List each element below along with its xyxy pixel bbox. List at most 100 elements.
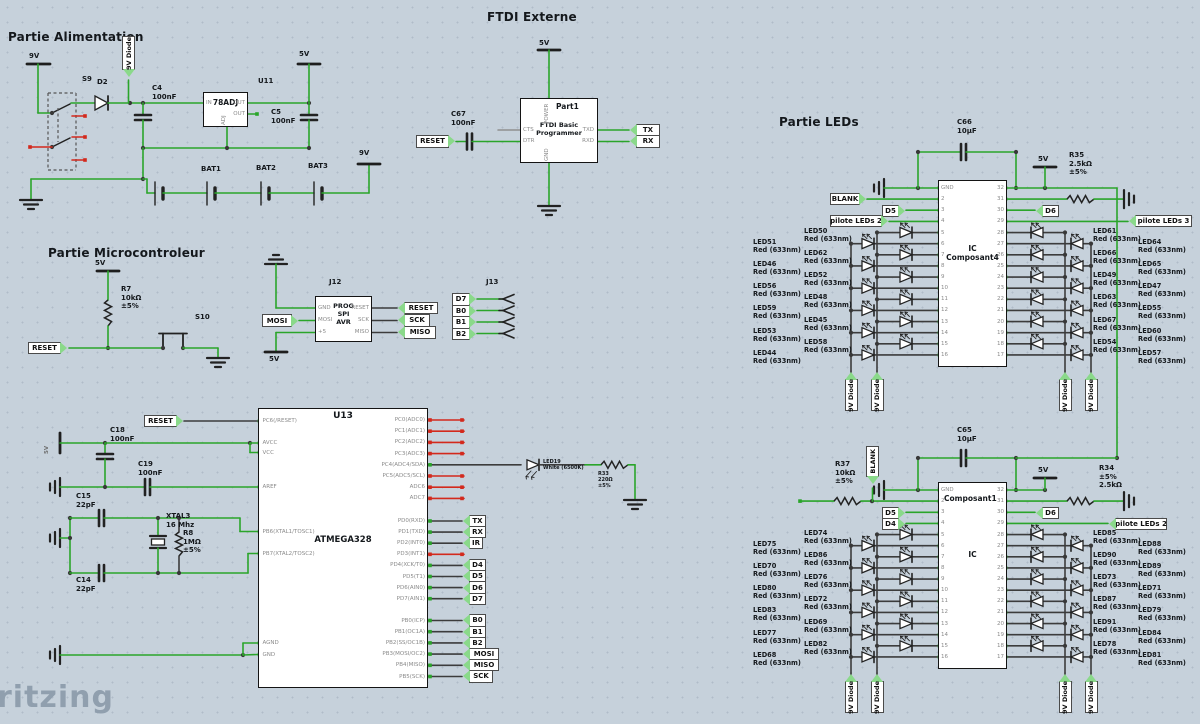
led-name: LED61 — [1093, 227, 1141, 235]
led-label: LED84Red (633nm) — [1138, 629, 1186, 645]
flag-pilote-leds-2[interactable]: pilote LEDs 2 — [1115, 518, 1167, 530]
r34-label: R34 ±5% 2.5kΩ — [1099, 464, 1122, 490]
fritzing-watermark: ritzing — [0, 680, 114, 715]
led-name: LED50 — [804, 227, 852, 235]
led-label: LED47Red (633nm) — [1138, 282, 1186, 298]
led-ic-pin-number: 3 — [941, 207, 945, 213]
u13-pin-left: PB7(XTAL2/TOSC2) — [263, 551, 315, 557]
flag-label: 9V Diode — [847, 379, 855, 412]
led-ic-pin-number: 10 — [941, 587, 948, 593]
rail-9v-label: 9V — [29, 52, 39, 60]
led-name: LED66 — [1093, 249, 1141, 257]
flag-9v-diode[interactable]: 9V Diode — [845, 379, 858, 411]
flag-label: B1 — [456, 318, 466, 326]
led-name: LED68 — [753, 651, 801, 659]
led-name: LED82 — [804, 640, 852, 648]
led-name: LED83 — [753, 606, 801, 614]
c18-label: C18 100nF — [110, 426, 134, 443]
led-ic-pin-number: 12 — [941, 307, 948, 313]
led-name: LED86 — [804, 551, 852, 559]
led-ic-pin-number: 24 — [968, 576, 1004, 582]
flag-blank[interactable]: BLANK — [866, 446, 879, 477]
flag-label: 9V Diode — [873, 681, 881, 714]
u11-ref-label: U11 — [258, 77, 273, 85]
u13-pin-right: PD1(TXD) — [325, 529, 425, 535]
flag-rx[interactable]: RX — [636, 135, 660, 147]
led-label: LED60Red (633nm) — [1138, 327, 1186, 343]
flag-9v-diode[interactable]: 9V Diode — [1059, 681, 1072, 713]
flag-label: D4 — [885, 520, 896, 528]
flag-arrow-icon — [60, 342, 67, 354]
flag-label: 9V Diode — [847, 681, 855, 714]
led-name: LED87 — [1093, 595, 1141, 603]
flag-9v-diode[interactable]: 9V Diode — [1085, 379, 1098, 411]
led-label: LED74Red (633nm) — [804, 529, 852, 545]
led-ic-pin-number: 5 — [941, 532, 945, 538]
u13-pin-left: AVCC — [263, 440, 278, 446]
flag-label: D5 — [472, 572, 483, 580]
led-ic-pin-number: 13 — [941, 621, 948, 627]
flag-reset[interactable]: RESET — [416, 135, 449, 147]
flag-arrow-icon — [469, 316, 476, 328]
rail-9v-right-label: 9V — [359, 149, 369, 157]
flag-arrow-icon — [398, 314, 405, 326]
led-color: Red (633nm) — [1093, 346, 1141, 354]
led-ic-pin-number: 17 — [968, 352, 1004, 358]
led-name: LED72 — [804, 595, 852, 603]
flag-d6[interactable]: D6 — [1042, 205, 1059, 217]
led-color: Red (633nm) — [753, 312, 801, 320]
flag-sck[interactable]: SCK — [469, 670, 493, 682]
flag-label: BLANK — [832, 195, 859, 203]
led-label: LED54Red (633nm) — [1093, 338, 1141, 354]
flag-label: B1 — [472, 628, 482, 636]
flag-pilote-leds-2[interactable]: pilote LEDs 2 — [830, 215, 882, 227]
u13-pin-left: VCC — [263, 450, 274, 456]
d2-label: D2 — [97, 78, 108, 86]
flag-9v-diode[interactable]: 9V Diode — [871, 681, 884, 713]
flag-label: SCK — [409, 316, 425, 324]
led-label: LED45Red (633nm) — [804, 316, 852, 332]
led-label: LED56Red (633nm) — [753, 282, 801, 298]
led-color: Red (633nm) — [804, 581, 852, 589]
bat3-label: BAT3 — [308, 162, 328, 170]
flag-pilote-leds-3[interactable]: pilote LEDs 3 — [1135, 215, 1192, 227]
flag-9v-diode[interactable]: 9V Diode — [871, 379, 884, 411]
led-label: LED64Red (633nm) — [1138, 238, 1186, 254]
led-ic-pin-number: 18 — [968, 643, 1004, 649]
flag-9v-diode[interactable]: 9V Diode — [845, 681, 858, 713]
flag-reset-mcu[interactable]: RESET — [144, 415, 177, 427]
flag-9v-diode[interactable]: 9V Diode — [122, 36, 135, 70]
led-color: Red (633nm) — [1138, 357, 1186, 365]
flag-reset[interactable]: RESET — [404, 302, 438, 314]
flag-label: D6 — [1045, 509, 1056, 517]
flag-ir[interactable]: IR — [469, 537, 483, 549]
led-label: LED59Red (633nm) — [753, 304, 801, 320]
fritzing-schematic-canvas[interactable]: Partie Alimentation FTDI Externe Partie … — [0, 0, 1200, 724]
flag-d4[interactable]: D4 — [882, 518, 899, 530]
flag-9v-diode[interactable]: 9V Diode — [1085, 681, 1098, 713]
flag-mosi[interactable]: MOSI — [262, 314, 292, 326]
flag-blank[interactable]: BLANK — [830, 193, 860, 205]
led-ic-pin-number: 15 — [941, 341, 948, 347]
u11-pin-adj: ADJ — [221, 110, 227, 125]
led-ic-pin-number: 31 — [968, 196, 1004, 202]
flag-arrow-icon — [881, 215, 888, 227]
led-ic-pin-number: 2 — [941, 498, 945, 504]
flag-d6[interactable]: D6 — [1042, 507, 1059, 519]
flag-9v-diode[interactable]: 9V Diode — [1059, 379, 1072, 411]
led-name: LED76 — [804, 573, 852, 581]
led-ic-pin-number: 28 — [968, 230, 1004, 236]
flag-miso[interactable]: MISO — [404, 326, 436, 338]
flag-arrow-icon — [398, 326, 405, 338]
flag-d7[interactable]: D7 — [469, 593, 486, 605]
flag-b2[interactable]: B2 — [452, 328, 470, 340]
led-ic-pin-number: 14 — [941, 632, 948, 638]
flag-sck[interactable]: SCK — [404, 314, 430, 326]
flag-label: TX — [472, 517, 482, 525]
flag-label: MISO — [474, 661, 495, 669]
flag-reset-micro[interactable]: RESET — [28, 342, 61, 354]
led-ic-pin-number: 4 — [941, 520, 945, 526]
u13-pin-right: PD3(INT1) — [325, 551, 425, 557]
flag-label: D6 — [472, 584, 483, 592]
led-name: LED88 — [1138, 540, 1186, 548]
